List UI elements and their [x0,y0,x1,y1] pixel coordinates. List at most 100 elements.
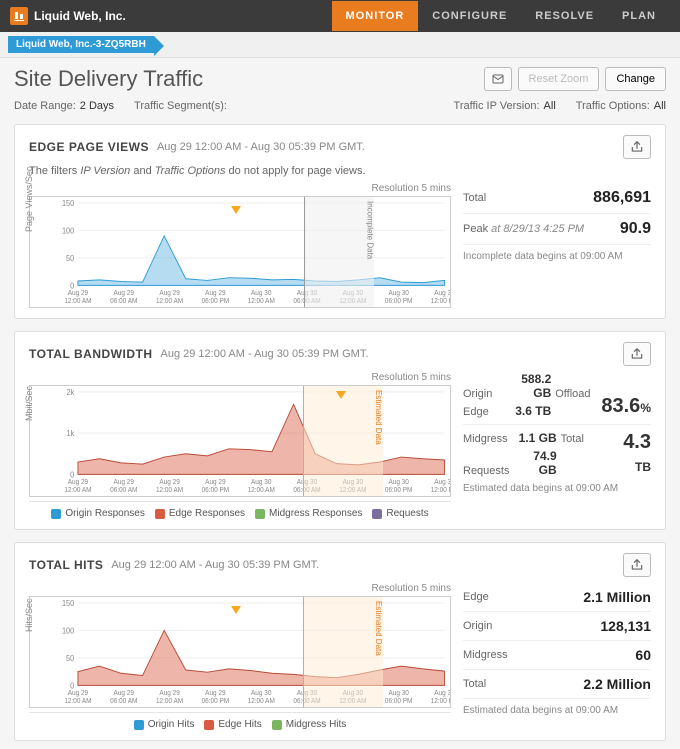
estimated-data-band [303,386,383,496]
panel-edge-page-views: EDGE PAGE VIEWS Aug 29 12:00 AM - Aug 30… [14,124,666,319]
svg-text:06:00 PM: 06:00 PM [202,298,230,305]
breadcrumb-bar: Liquid Web, Inc.-3-ZQ5RBH [0,32,680,58]
filter-traffic-options: Traffic Options:All [576,100,666,112]
legend-item[interactable]: Midgress Responses [255,508,362,519]
svg-text:100: 100 [62,626,74,635]
legend-label: Origin Responses [65,508,144,519]
breadcrumb[interactable]: Liquid Web, Inc.-3-ZQ5RBH [8,36,154,53]
svg-text:06:00 AM: 06:00 AM [110,487,137,494]
svg-text:Aug 29: Aug 29 [68,290,89,297]
legend-swatch [204,720,214,730]
hits-stats: Edge2.1 Million Origin128,131 Midgress60… [463,583,651,730]
estimated-data-band [303,597,383,707]
filter-date-range: Date Range:2 Days [14,100,114,112]
share-button[interactable] [623,553,651,577]
svg-text:Aug 29: Aug 29 [114,479,135,486]
peak-marker-icon [231,205,241,217]
estimated-data-label: Estimated Data [374,390,383,445]
svg-text:12:00 AM: 12:00 AM [64,487,91,494]
svg-text:06:00 PM: 06:00 PM [202,698,230,705]
edge-chart[interactable]: Page Views/Sec Incomplete Data 050100150… [29,196,451,308]
svg-text:12:00 AM: 12:00 AM [248,698,275,705]
svg-text:Aug 29: Aug 29 [114,690,135,697]
legend-swatch [272,720,282,730]
svg-text:Aug 29: Aug 29 [159,290,180,297]
legend-item[interactable]: Origin Responses [51,508,144,519]
share-button[interactable] [623,342,651,366]
svg-text:50: 50 [66,654,74,663]
svg-text:Aug 29: Aug 29 [114,290,135,297]
filter-traffic-segments: Traffic Segment(s): [134,100,227,112]
svg-text:06:00 PM: 06:00 PM [385,698,413,705]
svg-text:12:00 PM: 12:00 PM [431,298,450,305]
incomplete-data-band [304,197,374,307]
legend-swatch [51,509,61,519]
reset-zoom-button[interactable]: Reset Zoom [518,67,600,91]
nav-tabs: MONITOR CONFIGURE RESOLVE PLAN [332,1,670,31]
legend-swatch [372,509,382,519]
svg-text:Aug 30: Aug 30 [434,290,450,297]
stats-note: Estimated data begins at 09:00 AM [463,483,651,494]
resolution-label: Resolution 5 mins [29,183,451,194]
svg-text:12:00 AM: 12:00 AM [156,698,183,705]
legend-label: Origin Hits [148,719,195,730]
legend-swatch [134,720,144,730]
tab-plan[interactable]: PLAN [608,1,670,31]
svg-text:Aug 30: Aug 30 [251,690,272,697]
panel-range: Aug 29 12:00 AM - Aug 30 05:39 PM GMT. [157,141,365,153]
legend-item[interactable]: Edge Hits [204,719,261,730]
legend-item[interactable]: Requests [372,508,428,519]
resolution-label: Resolution 5 mins [29,583,451,594]
panel-total-hits: TOTAL HITS Aug 29 12:00 AM - Aug 30 05:3… [14,542,666,741]
hits-chart[interactable]: Hits/Sec Estimated Data 050100150Aug 291… [29,596,451,708]
legend-item[interactable]: Midgress Hits [272,719,347,730]
edge-stats: Total886,691 Peak at 8/29/13 4:25 PM90.9… [463,183,651,308]
panel-title: TOTAL BANDWIDTH [29,347,153,361]
svg-text:12:00 AM: 12:00 AM [248,298,275,305]
panel-title: TOTAL HITS [29,558,103,572]
legend-label: Midgress Responses [269,508,362,519]
svg-text:Aug 29: Aug 29 [68,690,89,697]
svg-text:12:00 AM: 12:00 AM [156,487,183,494]
svg-text:Aug 30: Aug 30 [251,479,272,486]
svg-text:Aug 29: Aug 29 [159,690,180,697]
svg-text:2k: 2k [66,388,74,397]
y-axis-label: Page Views/Sec [24,167,34,232]
bandwidth-chart[interactable]: Mbit/Sec Estimated Data 01k2kAug 2912:00… [29,385,451,497]
peak-marker-icon [336,390,346,402]
page-header: Site Delivery Traffic Reset Zoom Change [14,66,666,92]
tab-monitor[interactable]: MONITOR [332,1,419,31]
incomplete-data-label: Incomplete Data [365,201,374,259]
legend-item[interactable]: Origin Hits [134,719,195,730]
svg-text:0: 0 [70,681,74,690]
svg-text:100: 100 [62,226,74,235]
svg-text:Aug 30: Aug 30 [251,290,272,297]
change-button[interactable]: Change [605,67,666,91]
legend-item[interactable]: Edge Responses [155,508,245,519]
svg-text:0: 0 [70,281,74,290]
brand: Liquid Web, Inc. [10,7,126,25]
bandwidth-stats: Origin588.2 GB Offload83.6% Edge3.6 TB M… [463,372,651,519]
panel-range: Aug 29 12:00 AM - Aug 30 05:39 PM GMT. [111,559,319,571]
share-button[interactable] [623,135,651,159]
panel-range: Aug 29 12:00 AM - Aug 30 05:39 PM GMT. [161,348,369,360]
svg-text:Aug 30: Aug 30 [388,690,409,697]
svg-text:06:00 PM: 06:00 PM [385,487,413,494]
tab-configure[interactable]: CONFIGURE [418,1,521,31]
svg-text:Aug 29: Aug 29 [205,479,226,486]
panel-note: The filters IP Version and Traffic Optio… [29,165,651,177]
brand-name: Liquid Web, Inc. [34,9,126,23]
svg-text:12:00 AM: 12:00 AM [64,298,91,305]
filters-bar: Date Range:2 Days Traffic Segment(s): Tr… [14,100,666,112]
estimated-data-label: Estimated Data [374,601,383,656]
svg-text:12:00 AM: 12:00 AM [248,487,275,494]
tab-resolve[interactable]: RESOLVE [521,1,608,31]
svg-text:06:00 PM: 06:00 PM [202,487,230,494]
legend-swatch [255,509,265,519]
svg-text:Aug 29: Aug 29 [68,479,89,486]
y-axis-label: Hits/Sec [24,598,34,632]
mail-button[interactable] [484,67,512,91]
svg-text:12:00 AM: 12:00 AM [156,298,183,305]
svg-text:Aug 30: Aug 30 [388,479,409,486]
svg-text:06:00 AM: 06:00 AM [110,298,137,305]
